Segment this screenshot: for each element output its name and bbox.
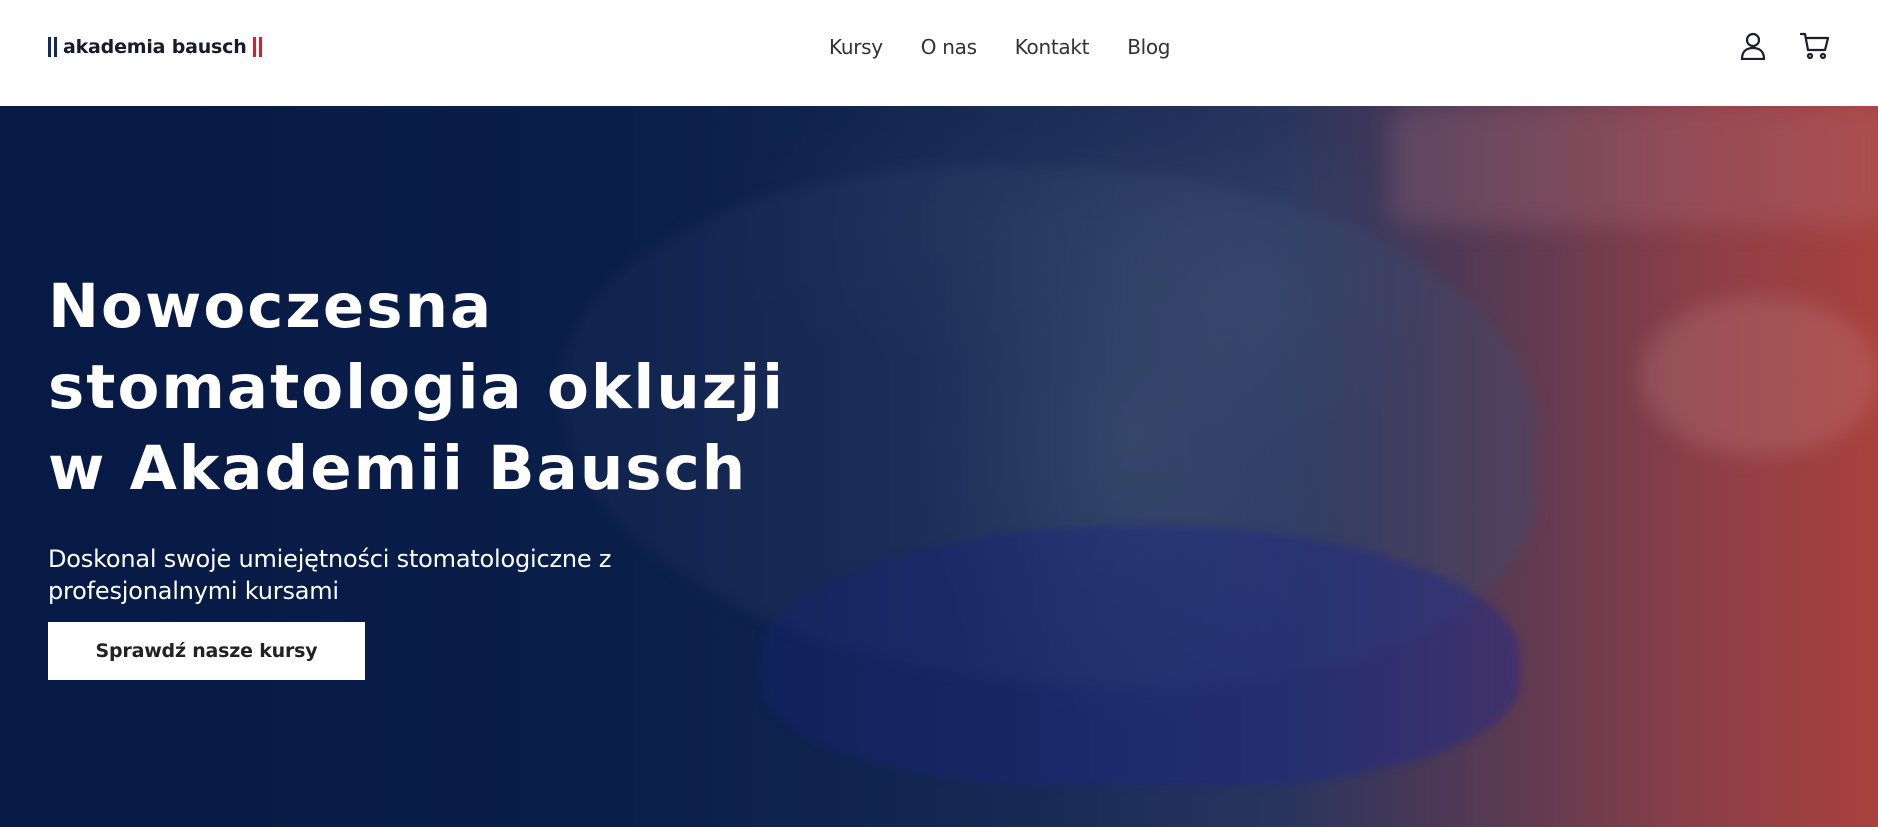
cart-icon[interactable] bbox=[1800, 30, 1830, 62]
check-courses-button[interactable]: Sprawdź nasze kursy bbox=[48, 622, 365, 680]
hero-section: Nowoczesna stomatologia okluzji w Akadem… bbox=[0, 106, 1878, 827]
nav-item-kursy[interactable]: Kursy bbox=[829, 35, 883, 59]
site-header: akademia bausch Kursy O nas Kontakt Blog bbox=[0, 0, 1878, 106]
hero-title-line: stomatologia okluzji bbox=[48, 352, 786, 423]
nav-item-o-nas[interactable]: O nas bbox=[921, 35, 977, 59]
header-icons bbox=[1738, 30, 1830, 62]
logo-text: akademia bausch bbox=[63, 36, 247, 58]
main-nav: Kursy O nas Kontakt Blog bbox=[829, 34, 1171, 60]
nav-item-kontakt[interactable]: Kontakt bbox=[1015, 35, 1090, 59]
hero-subtitle: Doskonal swoje umiejętności stomatologic… bbox=[48, 545, 612, 605]
user-icon[interactable] bbox=[1738, 30, 1768, 62]
hero-title-line: Nowoczesna bbox=[48, 271, 494, 342]
logo[interactable]: akademia bausch bbox=[48, 34, 262, 60]
logo-bars-left bbox=[48, 37, 57, 57]
nav-item-blog[interactable]: Blog bbox=[1127, 35, 1170, 59]
logo-bars-right bbox=[252, 37, 262, 57]
hero-title-line: w Akademii Bausch bbox=[48, 433, 748, 504]
hero-title: Nowoczesna stomatologia okluzji w Akadem… bbox=[48, 266, 848, 509]
hero-content: Nowoczesna stomatologia okluzji w Akadem… bbox=[48, 266, 848, 607]
